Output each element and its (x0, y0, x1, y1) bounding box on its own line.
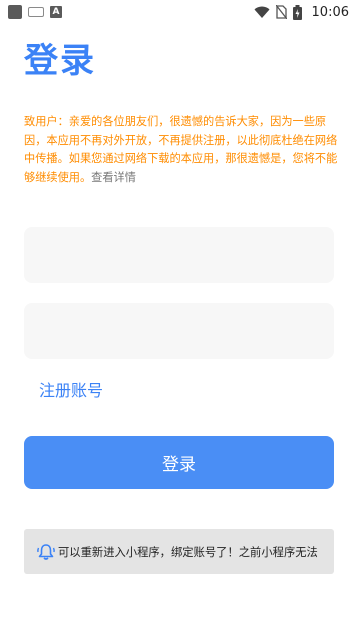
notice-body: 致用户：亲爱的各位朋友们，很遗憾的告诉大家，因为一些原因，本应用不再对外开放，不… (24, 115, 338, 184)
a-app-icon: A (50, 6, 62, 18)
view-details-link[interactable]: 查看详情 (91, 171, 136, 184)
sim-off-icon (275, 5, 287, 19)
page-title: 登录 (24, 41, 96, 81)
status-bar: A 10:06 (0, 0, 357, 24)
status-bar-left: A (8, 5, 62, 19)
app-square-icon (8, 5, 22, 19)
login-button[interactable]: 登录 (24, 436, 334, 489)
notice-text: 致用户：亲爱的各位朋友们，很遗憾的告诉大家，因为一些原因，本应用不再对外开放，不… (24, 113, 338, 187)
keyboard-icon (28, 7, 44, 17)
banner-text: 可以重新进入小程序，绑定账号了！之前小程序无法 (58, 545, 318, 559)
register-account-link[interactable]: 注册账号 (39, 377, 103, 401)
status-time: 10:06 (311, 4, 349, 20)
notice-banner[interactable]: 可以重新进入小程序，绑定账号了！之前小程序无法 (24, 529, 334, 574)
battery-charging-icon (292, 4, 302, 20)
account-input[interactable] (24, 227, 334, 283)
bell-ringing-icon (37, 543, 55, 560)
status-bar-right: 10:06 (254, 4, 349, 20)
password-input[interactable] (24, 303, 334, 359)
wifi-icon (254, 6, 270, 18)
